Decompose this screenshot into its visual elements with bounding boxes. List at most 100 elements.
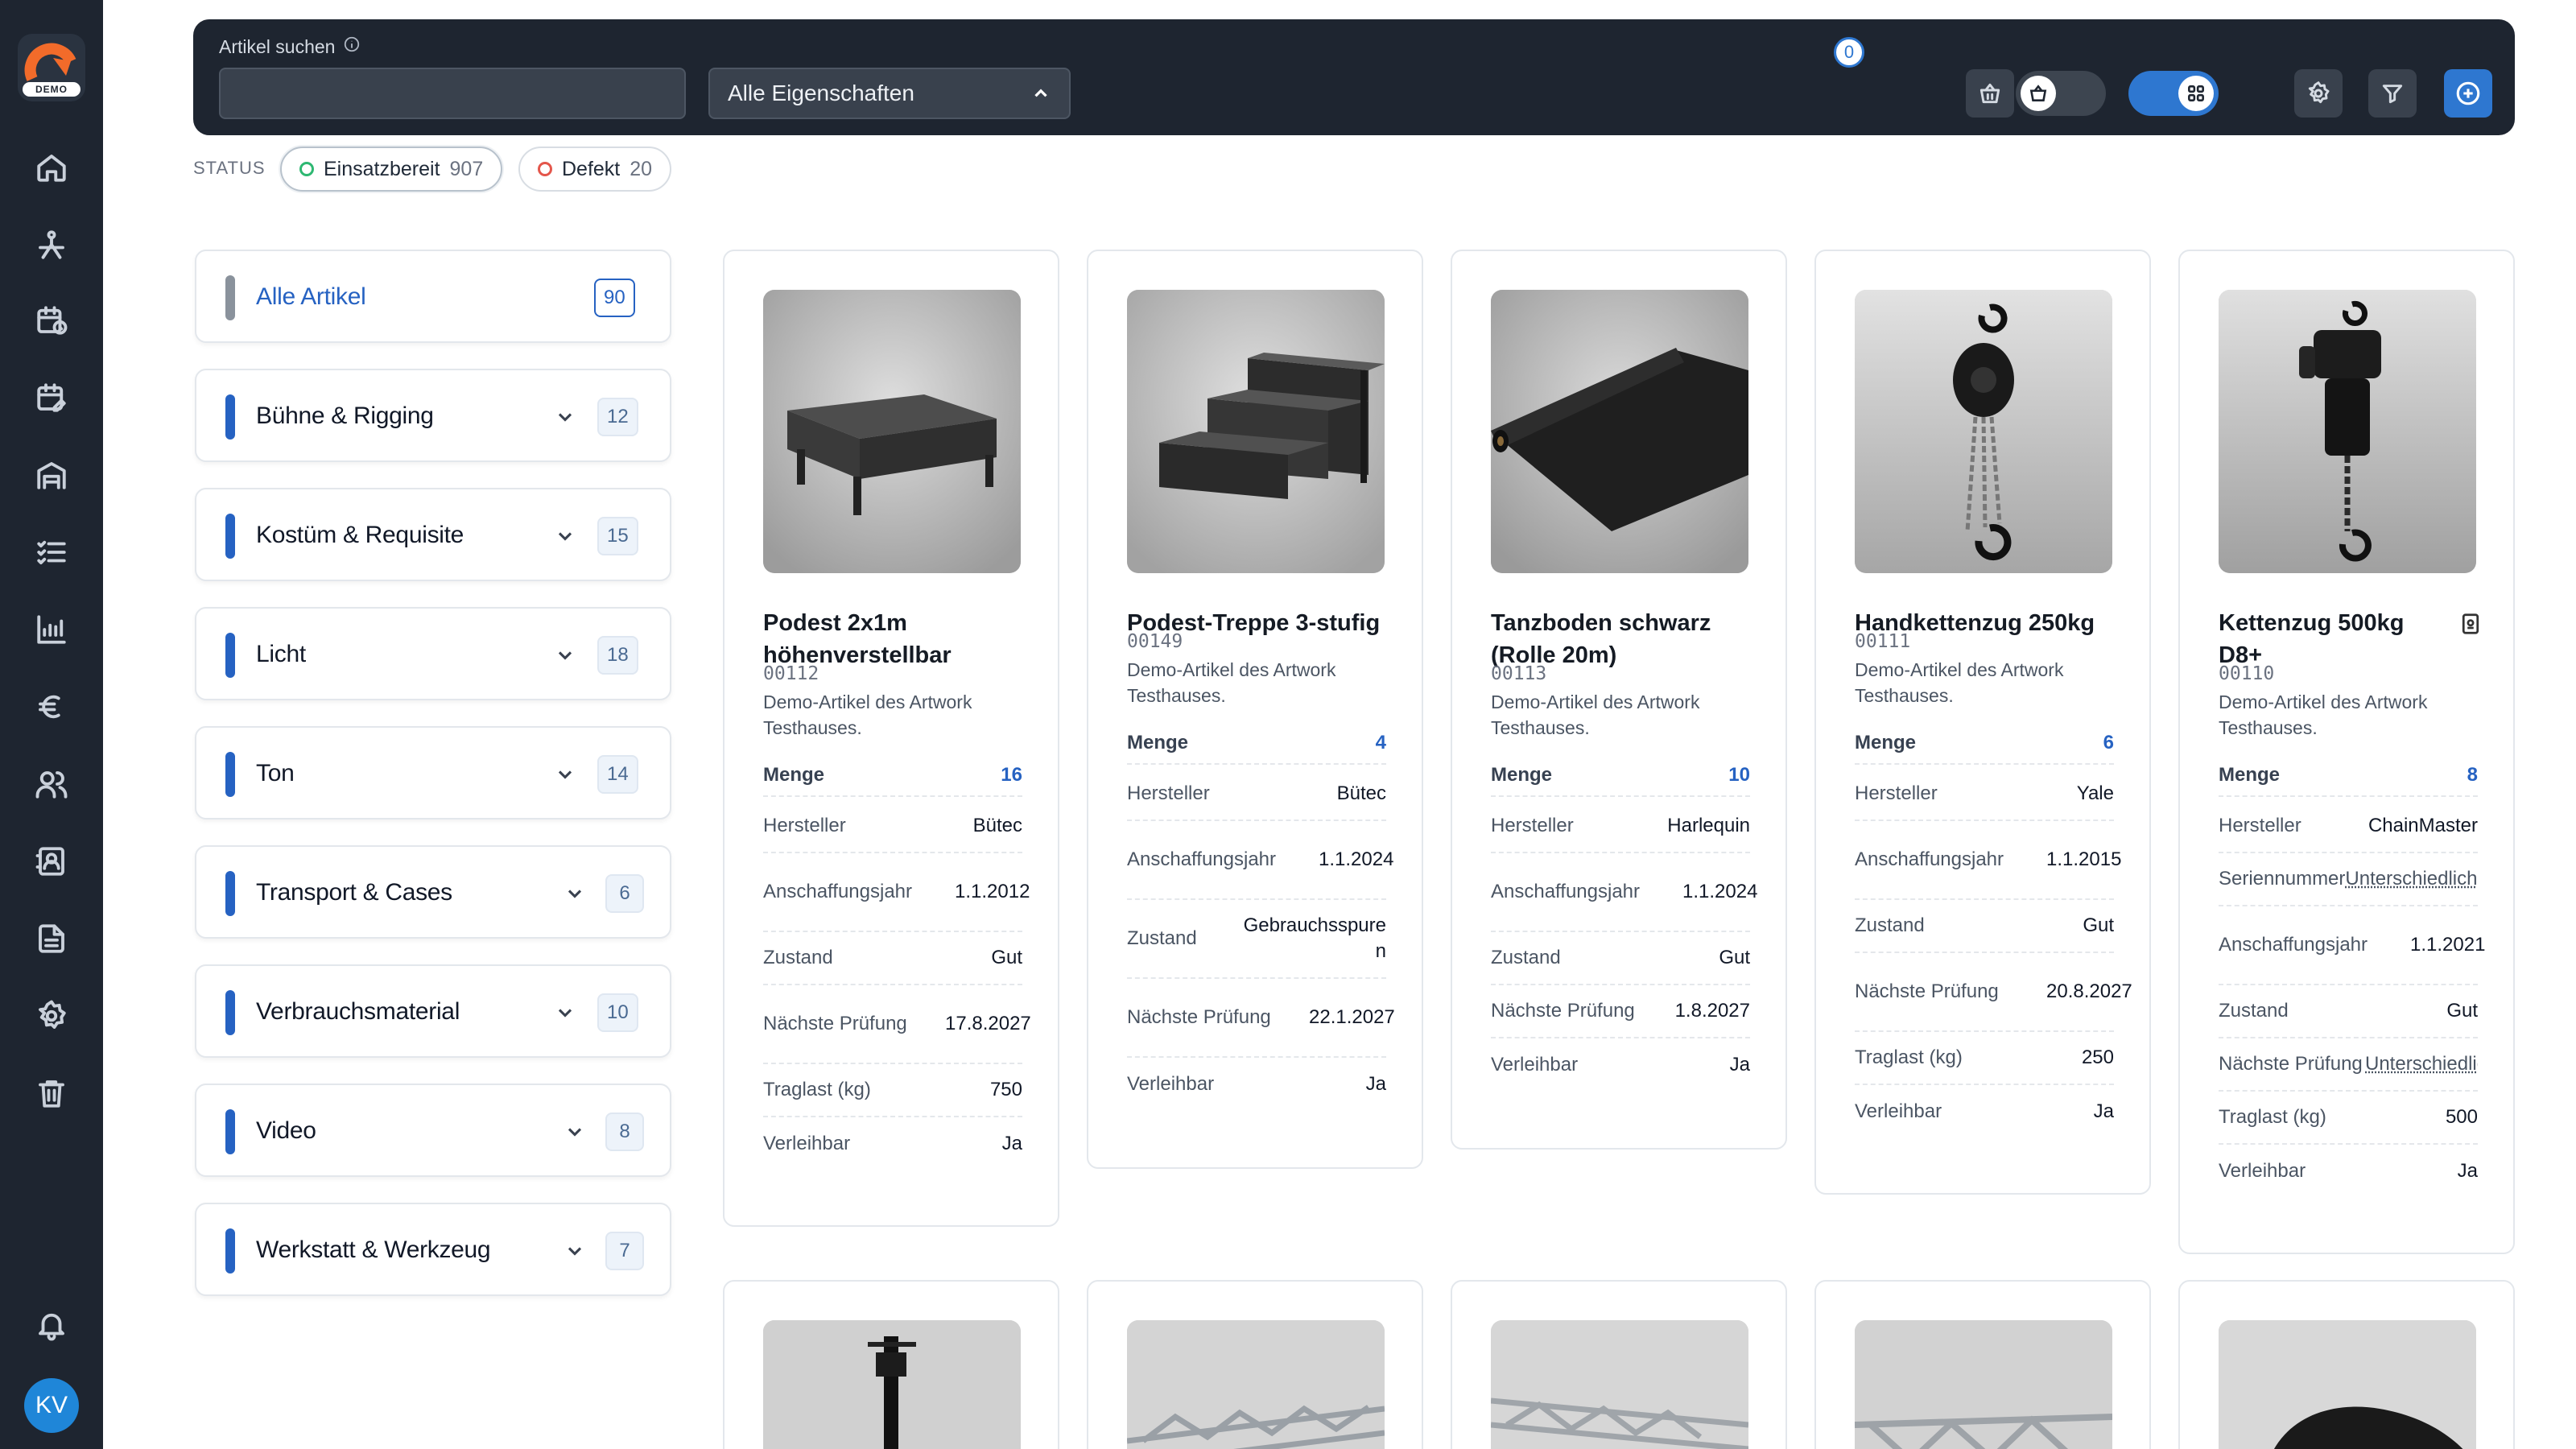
category-marker (225, 990, 235, 1035)
chart-icon[interactable] (32, 610, 71, 649)
product-code: 00111 (1855, 631, 1911, 652)
category-name: Ton (256, 760, 295, 786)
product-description: Demo-Artikel des Artwork Testhauses. (763, 691, 972, 738)
product-card[interactable] (723, 1280, 1059, 1449)
field-row: Zustand Gut (2219, 985, 2478, 1038)
contacts-icon[interactable] (32, 842, 71, 881)
field-value: 20.8.2027 (2046, 980, 2132, 1002)
category-werkstatt-werkzeug[interactable]: Werkstatt & Werkzeug 7 (195, 1203, 671, 1296)
field-value: Ja (1365, 1073, 1386, 1095)
chevron-down-icon[interactable] (554, 525, 576, 547)
category-ton[interactable]: Ton 14 (195, 726, 671, 819)
search-label: Artikel suchen (219, 35, 361, 58)
field-row: Hersteller Bütec (763, 800, 1022, 853)
category-name: Video (256, 1117, 316, 1144)
status-filter-defekt[interactable]: Defekt 20 (518, 147, 672, 192)
properties-select-value: Alle Eigenschaften (728, 80, 914, 105)
category-count-badge: 15 (597, 517, 638, 555)
field-row: Traglast (kg) 750 (763, 1064, 1022, 1117)
field-value: Gut (991, 947, 1022, 968)
checklist-icon[interactable] (32, 533, 71, 572)
document-icon[interactable] (32, 919, 71, 958)
field-value: 6 (2103, 732, 2114, 753)
category-licht[interactable]: Licht 18 (195, 607, 671, 700)
product-card[interactable] (1814, 1280, 2151, 1449)
settings-button[interactable] (2294, 69, 2343, 118)
category-transport-cases[interactable]: Transport & Cases 6 (195, 845, 671, 939)
product-card[interactable] (2178, 1280, 2515, 1449)
field-label: Anschaffungsjahr (1855, 848, 2004, 870)
field-label: Hersteller (1127, 782, 1210, 804)
euro-icon[interactable] (32, 687, 71, 726)
field-label: Zustand (763, 947, 833, 968)
status-dot-icon (299, 162, 314, 176)
status-label: STATUS (193, 158, 266, 178)
chevron-down-icon[interactable] (564, 1240, 586, 1262)
field-label: Menge (2219, 764, 2281, 786)
category-kostuem-requisite[interactable]: Kostüm & Requisite 15 (195, 488, 671, 581)
chevron-down-icon[interactable] (554, 763, 576, 786)
app-logo[interactable]: DEMO (18, 34, 85, 101)
add-article-button[interactable] (2444, 69, 2492, 118)
field-label: Verleihbar (1127, 1073, 1215, 1095)
category-name: Werkstatt & Werkzeug (256, 1236, 491, 1263)
category-marker (225, 394, 235, 440)
category-buehne-rigging[interactable]: Bühne & Rigging 12 (195, 369, 671, 462)
users-icon[interactable] (32, 765, 71, 803)
field-value: Gebrauchsspuren (1243, 914, 1386, 962)
settings-icon[interactable] (32, 997, 71, 1035)
field-label: Seriennummer (2219, 868, 2346, 890)
info-icon[interactable] (343, 35, 361, 58)
cart-button[interactable] (1966, 69, 2014, 118)
product-card[interactable]: Tanzboden schwarz (Rolle 20m) 00113 Demo… (1451, 250, 1787, 1150)
product-title[interactable]: Tanzboden schwarz (Rolle 20m) (1491, 607, 1750, 671)
warehouse-icon[interactable] (32, 456, 71, 494)
filter-button[interactable] (2368, 69, 2417, 118)
product-description: Demo-Artikel des Artwork Testhauses. (1491, 691, 1700, 738)
field-label: Zustand (1491, 947, 1561, 968)
status-filter-einsatzbereit[interactable]: Einsatzbereit 907 (280, 147, 503, 192)
basket-icon (1979, 83, 2000, 104)
product-card[interactable] (1087, 1280, 1423, 1449)
product-title[interactable]: Podest 2x1m höhenverstellbar (763, 607, 1022, 671)
field-row: Verleihbar Ja (1127, 1058, 1386, 1111)
chevron-down-icon[interactable] (564, 882, 586, 905)
grid-view-toggle[interactable] (2128, 71, 2219, 116)
toggle-knob (2021, 76, 2056, 111)
basket-mode-toggle[interactable] (2016, 71, 2106, 116)
bell-icon[interactable] (32, 1306, 71, 1344)
product-card[interactable]: Kettenzug 500kg D8+ 00110 Demo-Artikel d… (2178, 250, 2515, 1254)
product-card[interactable]: Podest-Treppe 3-stufig 00149 Demo-Artike… (1087, 250, 1423, 1169)
category-all[interactable]: Alle Artikel 90 (195, 250, 671, 343)
chevron-down-icon[interactable] (554, 1001, 576, 1024)
chevron-down-icon[interactable] (554, 644, 576, 667)
category-count-badge: 12 (597, 398, 638, 436)
chevron-down-icon[interactable] (554, 406, 576, 428)
product-card[interactable] (1451, 1280, 1787, 1449)
product-card[interactable]: Podest 2x1m höhenverstellbar 00112 Demo-… (723, 250, 1059, 1227)
status-pill-label: Einsatzbereit (324, 157, 440, 180)
field-label: Nächste Prüfung (1491, 1000, 1635, 1022)
category-name: Kostüm & Requisite (256, 522, 464, 548)
product-code: 00110 (2219, 663, 2275, 684)
calendar-edit-icon[interactable] (32, 378, 71, 417)
home-icon[interactable] (32, 148, 71, 187)
field-row: Anschaffungsjahr 1.1.2012 (763, 853, 1030, 932)
properties-select[interactable]: Alle Eigenschaften (708, 68, 1071, 119)
field-value: 1.1.2021 (2410, 934, 2486, 956)
chevron-down-icon[interactable] (564, 1121, 586, 1143)
product-image (1127, 290, 1385, 573)
trash-icon[interactable] (32, 1074, 71, 1113)
field-value: Ja (1001, 1133, 1022, 1154)
search-input[interactable] (219, 68, 686, 119)
field-row: Zustand Gut (1855, 900, 2114, 953)
product-card[interactable]: Handkettenzug 250kg 00111 Demo-Artikel d… (1814, 250, 2151, 1195)
stage-icon[interactable] (32, 225, 71, 264)
category-verbrauchsmaterial[interactable]: Verbrauchsmaterial 10 (195, 964, 671, 1058)
calendar-clock-icon[interactable] (32, 301, 71, 340)
avatar[interactable]: KV (24, 1378, 79, 1433)
category-video[interactable]: Video 8 (195, 1084, 671, 1177)
product-title[interactable]: Kettenzug 500kg D8+ (2219, 607, 2444, 671)
document-icon[interactable] (2458, 612, 2483, 636)
field-row: Anschaffungsjahr 1.1.2021 (2219, 906, 2486, 985)
